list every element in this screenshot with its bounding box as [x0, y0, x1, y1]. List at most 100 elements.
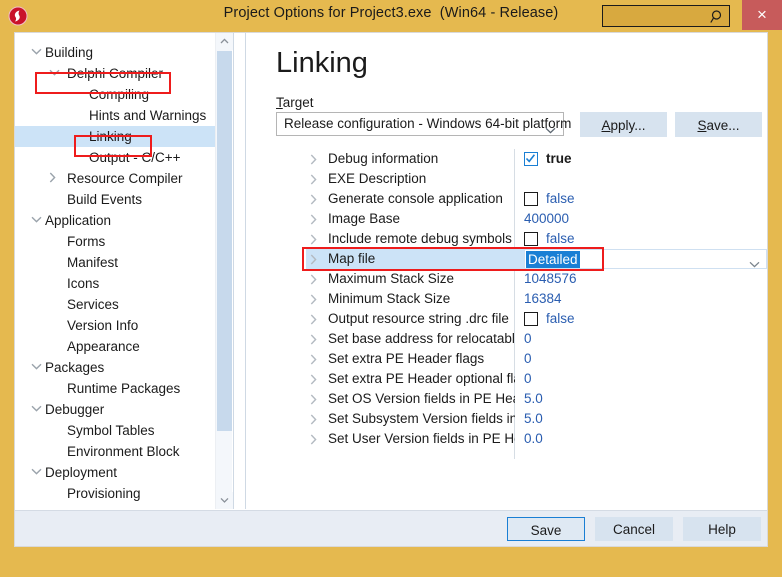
close-button[interactable]: ×: [742, 0, 782, 30]
panel-divider-left: [233, 33, 234, 509]
scroll-down-icon[interactable]: [216, 492, 233, 509]
option-row-debug-information[interactable]: Debug information true: [306, 149, 767, 169]
option-value: 0: [524, 351, 532, 366]
option-row-include-remote-debug-symbols[interactable]: Include remote debug symbols false: [306, 229, 767, 249]
tree-scrollbar[interactable]: [215, 33, 233, 509]
chevron-down-icon[interactable]: [31, 210, 43, 231]
sidebar-item-compiling[interactable]: Compiling: [15, 84, 215, 105]
sidebar-item-provisioning[interactable]: Provisioning: [15, 483, 215, 504]
option-checkbox[interactable]: [524, 192, 538, 206]
save-configuration-button[interactable]: Save...: [675, 112, 762, 137]
sidebar-item-application[interactable]: Application: [15, 210, 215, 231]
option-row-set-subsystem-version-fields-in-pe-header[interactable]: Set Subsystem Version fields in PE Heade…: [306, 409, 767, 429]
sidebar-item-label: Forms: [67, 234, 106, 249]
sidebar-item-appearance[interactable]: Appearance: [15, 336, 215, 357]
sidebar-item-label: Symbol Tables: [67, 423, 155, 438]
sidebar-item-hints-and-warnings[interactable]: Hints and Warnings: [15, 105, 215, 126]
map-file-value-editor[interactable]: Detailed: [524, 249, 767, 269]
sidebar-item-build-events[interactable]: Build Events: [15, 189, 215, 210]
option-row-minimum-stack-size[interactable]: Minimum Stack Size 16384: [306, 289, 767, 309]
target-configuration-dropdown[interactable]: Release configuration - Windows 64-bit p…: [276, 112, 571, 136]
options-category-tree[interactable]: Building Delphi Compiler Compiling Hints an…: [15, 33, 233, 509]
chevron-right-icon[interactable]: [310, 149, 324, 169]
sidebar-item-label: Manifest: [67, 255, 119, 270]
save-button[interactable]: Save: [507, 517, 585, 541]
option-value: 400000: [524, 211, 570, 226]
sidebar-item-delphi-compiler[interactable]: Delphi Compiler: [15, 63, 215, 84]
option-row-output-resource-string-drc-file[interactable]: Output resource string .drc file false: [306, 309, 767, 329]
sidebar-item-resource-compiler[interactable]: Resource Compiler: [15, 168, 215, 189]
option-row-exe-description[interactable]: EXE Description: [306, 169, 767, 189]
option-row-image-base[interactable]: Image Base 400000: [306, 209, 767, 229]
chevron-right-icon[interactable]: [310, 229, 324, 249]
option-checkbox[interactable]: [524, 312, 538, 326]
sidebar-item-building[interactable]: Building: [15, 42, 215, 63]
chevron-right-icon[interactable]: [310, 409, 324, 429]
chevron-right-icon[interactable]: [49, 168, 61, 189]
chevron-right-icon[interactable]: [310, 389, 324, 409]
sidebar-item-debugger[interactable]: Debugger: [15, 399, 215, 420]
option-name: Map file: [328, 251, 376, 266]
option-checkbox[interactable]: [524, 152, 538, 166]
sidebar-item-manifest[interactable]: Manifest: [15, 252, 215, 273]
option-name: Image Base: [328, 211, 401, 226]
chevron-right-icon[interactable]: [310, 169, 324, 189]
sidebar-item-label: Appearance: [67, 339, 140, 354]
chevron-down-icon[interactable]: [31, 42, 43, 63]
option-checkbox[interactable]: [524, 232, 538, 246]
option-row-set-extra-pe-header-flags[interactable]: Set extra PE Header flags 0: [306, 349, 767, 369]
option-name: Set User Version fields in PE Header: [328, 431, 515, 446]
sidebar-item-forms[interactable]: Forms: [15, 231, 215, 252]
chevron-down-icon[interactable]: [31, 462, 43, 483]
option-value: true: [546, 151, 572, 166]
option-row-generate-console-application[interactable]: Generate console application false: [306, 189, 767, 209]
chevron-down-icon[interactable]: [31, 357, 43, 378]
help-button[interactable]: Help: [683, 517, 761, 541]
sidebar-item-runtime-packages[interactable]: Runtime Packages: [15, 378, 215, 399]
option-row-map-file[interactable]: Map file Detailed: [306, 249, 767, 269]
cancel-button[interactable]: Cancel: [595, 517, 673, 541]
option-row-set-user-version-fields-in-pe-header[interactable]: Set User Version fields in PE Header 0.0: [306, 429, 767, 449]
sidebar-item-version-info[interactable]: Version Info: [15, 315, 215, 336]
sidebar-item-label: Output - C/C++: [89, 150, 181, 165]
sidebar-item-icons[interactable]: Icons: [15, 273, 215, 294]
sidebar-item-symbol-tables[interactable]: Symbol Tables: [15, 420, 215, 441]
sidebar-item-packages[interactable]: Packages: [15, 357, 215, 378]
chevron-right-icon[interactable]: [310, 249, 324, 269]
option-name: Set extra PE Header optional flags: [328, 371, 515, 386]
chevron-right-icon[interactable]: [310, 269, 324, 289]
chevron-down-icon[interactable]: [49, 63, 61, 84]
chevron-right-icon[interactable]: [310, 329, 324, 349]
scrollbar-thumb[interactable]: [217, 51, 232, 431]
chevron-down-icon[interactable]: [31, 504, 43, 509]
chevron-right-icon[interactable]: [310, 289, 324, 309]
option-row-set-base-address-for-relocatable-images[interactable]: Set base address for relocatable images 0: [306, 329, 767, 349]
apply-button[interactable]: Apply...: [580, 112, 667, 137]
sidebar-item-output-c-c[interactable]: Output - C/C++: [15, 147, 215, 168]
option-row-set-extra-pe-header-optional-flags[interactable]: Set extra PE Header optional flags 0: [306, 369, 767, 389]
target-label-accel: T: [276, 95, 283, 110]
chevron-right-icon[interactable]: [310, 429, 324, 449]
search-input[interactable]: [602, 5, 730, 27]
sidebar-item-deployment[interactable]: Deployment: [15, 462, 215, 483]
sidebar-item-services[interactable]: Services: [15, 294, 215, 315]
sidebar-item-label: Packages: [45, 360, 105, 375]
chevron-down-icon[interactable]: [31, 399, 43, 420]
option-name: Maximum Stack Size: [328, 271, 455, 286]
chevron-right-icon[interactable]: [310, 369, 324, 389]
chevron-right-icon[interactable]: [310, 349, 324, 369]
option-row-maximum-stack-size[interactable]: Maximum Stack Size 1048576: [306, 269, 767, 289]
chevron-right-icon[interactable]: [310, 309, 324, 329]
sidebar-item-label: Icons: [67, 276, 100, 291]
chevron-right-icon[interactable]: [310, 189, 324, 209]
sidebar-item-environment-block[interactable]: Environment Block: [15, 441, 215, 462]
sidebar-item-label: Building: [45, 45, 94, 60]
chevron-right-icon[interactable]: [310, 209, 324, 229]
sidebar-item-label: Runtime Packages: [67, 381, 181, 396]
sidebar-item-project-properties[interactable]: Project Properties: [15, 504, 215, 509]
sidebar-item-linking[interactable]: Linking: [15, 126, 215, 147]
sidebar-item-label: Version Info: [67, 318, 139, 333]
linking-options-grid[interactable]: Debug information true EXE Description Gene…: [306, 149, 767, 459]
scroll-up-icon[interactable]: [216, 33, 233, 50]
option-row-set-os-version-fields-in-pe-header[interactable]: Set OS Version fields in PE Header 5.0: [306, 389, 767, 409]
